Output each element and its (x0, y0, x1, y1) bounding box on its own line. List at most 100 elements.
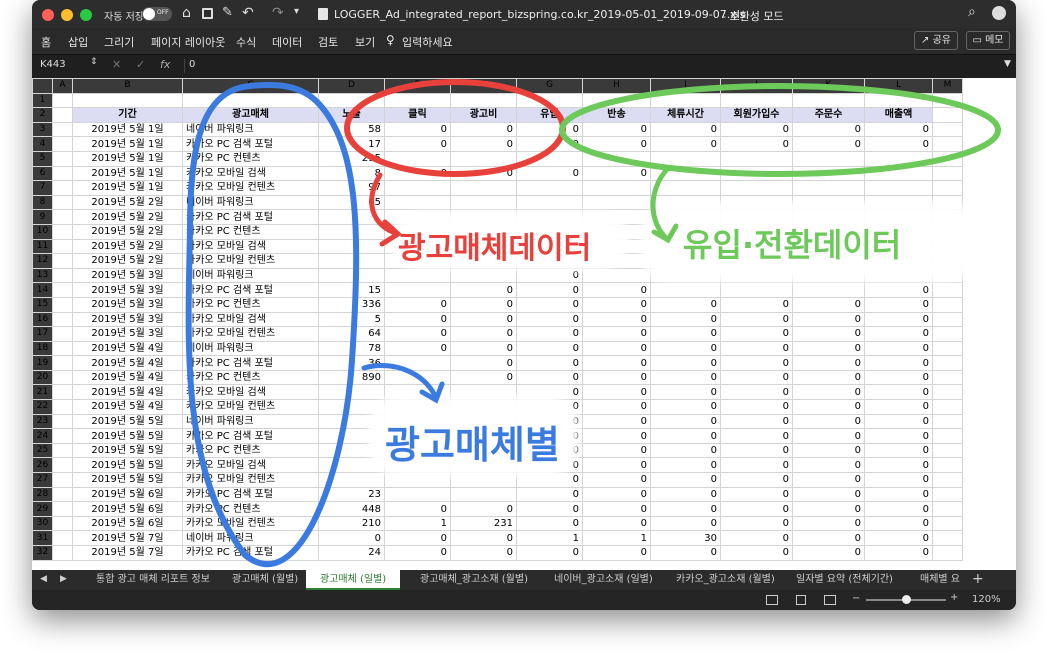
value-cell[interactable] (582, 194, 651, 211)
value-cell[interactable]: 0 (384, 340, 451, 357)
value-cell[interactable]: 0 (516, 267, 583, 284)
media-cell[interactable]: 카카오 PC 검색 포털 (182, 282, 319, 298)
header-cell[interactable]: 주문수 (792, 107, 865, 123)
value-cell[interactable] (864, 223, 933, 240)
value-cell[interactable]: 0 (384, 165, 451, 182)
date-cell[interactable]: 2019년 5월 5일 (72, 442, 183, 459)
value-cell[interactable]: 0 (516, 486, 583, 503)
value-cell[interactable]: 0 (516, 413, 583, 430)
column-header-G[interactable]: G (516, 78, 583, 94)
row-number[interactable]: 17 (32, 326, 53, 342)
value-cell[interactable]: 0 (582, 399, 651, 415)
media-cell[interactable]: 카카오 PC 검색 포털 (182, 545, 319, 561)
redo-icon[interactable]: ↷ (272, 5, 284, 21)
value-cell[interactable] (792, 282, 865, 298)
cell[interactable] (52, 296, 73, 313)
value-cell[interactable]: 0 (582, 384, 651, 401)
value-cell[interactable] (450, 486, 517, 503)
date-cell[interactable]: 2019년 5월 3일 (72, 282, 183, 298)
media-cell[interactable]: 카카오 모바일 컨텐츠 (182, 399, 319, 415)
cell[interactable] (52, 545, 73, 561)
media-cell[interactable]: 카카오 PC 컨텐츠 (182, 369, 319, 386)
value-cell[interactable] (384, 399, 451, 415)
media-cell[interactable]: 카카오 PC 검색 포털 (182, 136, 319, 152)
cell[interactable] (52, 369, 73, 386)
value-cell[interactable]: 0 (720, 530, 793, 546)
media-cell[interactable]: 카카오 PC 컨텐츠 (182, 501, 319, 517)
value-cell[interactable]: 0 (516, 340, 583, 357)
cell[interactable] (52, 442, 73, 459)
value-cell[interactable] (792, 267, 865, 284)
value-cell[interactable]: 0 (582, 472, 651, 488)
value-cell[interactable]: 0 (450, 311, 517, 328)
tab-draw[interactable]: 그리기 (104, 34, 134, 50)
value-cell[interactable] (792, 238, 865, 255)
value-cell[interactable]: 0 (720, 442, 793, 459)
date-cell[interactable]: 2019년 5월 5일 (72, 428, 183, 444)
value-cell[interactable] (450, 442, 517, 459)
cell[interactable] (52, 238, 73, 255)
value-cell[interactable] (720, 282, 793, 298)
value-cell[interactable] (450, 223, 517, 240)
sheet-tab-by-media[interactable]: 매체별 요 (920, 570, 960, 590)
media-cell[interactable]: 네이버 파워링크 (182, 413, 319, 430)
value-cell[interactable]: 0 (864, 472, 933, 488)
value-cell[interactable] (450, 413, 517, 430)
cell[interactable] (52, 472, 73, 488)
column-header-H[interactable]: H (582, 78, 651, 94)
sheet-tab-naver-daily[interactable]: 네이버_광고소재 (일별) (554, 570, 653, 590)
cell[interactable] (52, 326, 73, 342)
value-cell[interactable]: 1 (384, 515, 451, 532)
value-cell[interactable] (384, 428, 451, 444)
cell[interactable] (72, 92, 183, 109)
value-cell[interactable]: 0 (650, 486, 721, 503)
cell[interactable] (932, 194, 963, 211)
media-cell[interactable]: 카카오 모바일 검색 (182, 384, 319, 401)
value-cell[interactable]: 0 (582, 282, 651, 298)
cell[interactable] (52, 413, 73, 430)
value-cell[interactable]: 1 (582, 530, 651, 546)
value-cell[interactable]: 0 (792, 545, 865, 561)
value-cell[interactable]: 97 (318, 180, 385, 196)
value-cell[interactable] (720, 267, 793, 284)
cell[interactable] (932, 413, 963, 430)
value-cell[interactable] (864, 238, 933, 255)
value-cell[interactable]: 0 (650, 340, 721, 357)
value-cell[interactable]: 0 (650, 326, 721, 342)
cell[interactable] (932, 92, 963, 109)
date-cell[interactable]: 2019년 5월 4일 (72, 369, 183, 386)
cell[interactable] (52, 486, 73, 503)
value-cell[interactable]: 295 (318, 150, 385, 167)
value-cell[interactable] (720, 194, 793, 211)
value-cell[interactable]: 0 (582, 340, 651, 357)
row-number[interactable]: 9 (32, 209, 53, 225)
value-cell[interactable]: 0 (720, 545, 793, 561)
value-cell[interactable] (384, 238, 451, 255)
value-cell[interactable]: 0 (864, 282, 933, 298)
media-cell[interactable]: 카카오 PC 검색 포털 (182, 428, 319, 444)
value-cell[interactable]: 0 (864, 442, 933, 459)
cell[interactable] (650, 92, 721, 109)
media-cell[interactable]: 카카오 모바일 검색 (182, 165, 319, 182)
cell[interactable] (932, 486, 963, 503)
row-number[interactable]: 19 (32, 355, 53, 371)
cell[interactable] (932, 223, 963, 240)
tell-me-search[interactable]: 입력하세요 (402, 34, 453, 50)
value-cell[interactable]: 0 (864, 296, 933, 313)
header-cell[interactable]: 기간 (72, 107, 183, 123)
header-cell[interactable]: 회원가입수 (720, 107, 793, 123)
sheet-tab-daily-active[interactable]: 광고매체 (일별) (306, 570, 401, 590)
value-cell[interactable] (864, 150, 933, 167)
cell[interactable] (52, 150, 73, 167)
value-cell[interactable]: 0 (450, 369, 517, 386)
value-cell[interactable]: 0 (864, 457, 933, 474)
prev-sheet-icon[interactable]: ◀ (40, 574, 47, 584)
search-icon[interactable]: ⌕ (968, 4, 976, 20)
value-cell[interactable]: 0 (384, 501, 451, 517)
zoom-in-icon[interactable]: + (950, 592, 958, 603)
value-cell[interactable] (720, 180, 793, 196)
cell[interactable] (52, 209, 73, 225)
cell[interactable] (932, 428, 963, 444)
cell[interactable] (52, 457, 73, 474)
header-cell[interactable]: 매출액 (864, 107, 933, 123)
